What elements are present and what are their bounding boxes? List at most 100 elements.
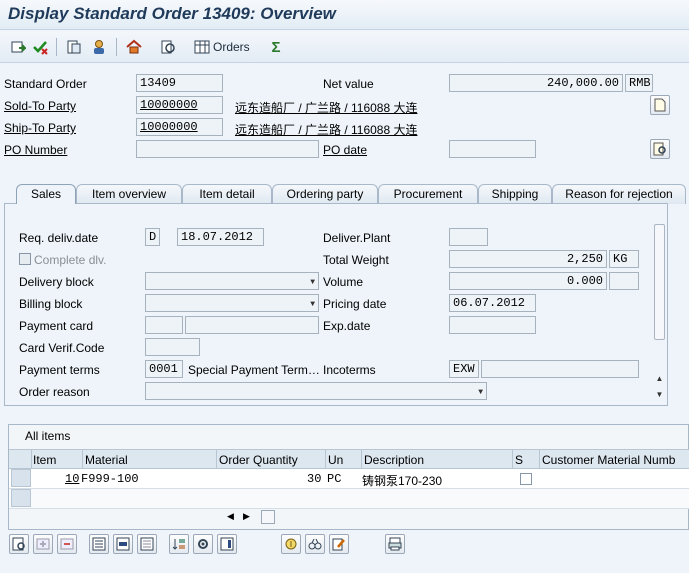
sold-to-label[interactable]: Sold-To Party <box>4 99 76 113</box>
delivery-block-dropdown[interactable] <box>145 272 319 290</box>
select-all-icon[interactable] <box>89 534 109 554</box>
tab-procurement[interactable]: Procurement <box>378 184 478 204</box>
scroll-down-icon[interactable]: ▼ <box>654 390 665 402</box>
table-horizontal-scrollbar[interactable]: ◀ ▶ <box>223 510 283 525</box>
delete-row-icon[interactable] <box>57 534 77 554</box>
incoterms-location-field[interactable] <box>481 360 639 378</box>
billing-block-dropdown[interactable] <box>145 294 319 312</box>
exp-date-field[interactable] <box>449 316 536 334</box>
cell-item[interactable]: 10 <box>65 472 79 486</box>
payment-card-label: Payment card <box>19 319 94 333</box>
row-selector[interactable] <box>11 489 31 507</box>
incoterms-field[interactable]: EXW <box>449 360 479 378</box>
table-row[interactable]: 10 F999-100 30 PC 铸钢泵170-230 <box>9 469 689 489</box>
total-weight-label: Total Weight <box>323 253 389 267</box>
hscroll-thumb[interactable] <box>261 510 275 524</box>
pricing-date-field[interactable]: 06.07.2012 <box>449 294 536 312</box>
col-status[interactable]: S <box>515 453 523 467</box>
total-weight-field[interactable]: 2,250 <box>449 250 607 268</box>
document-icon[interactable] <box>650 95 670 115</box>
items-table-title: All items <box>25 429 71 443</box>
document-header-icon[interactable] <box>64 37 84 57</box>
tab-sales[interactable]: Sales <box>16 184 76 204</box>
scroll-up-icon[interactable]: ▲ <box>654 374 665 386</box>
tab-item-detail[interactable]: Item detail <box>182 184 272 204</box>
title-bar: Display Standard Order 13409: Overview <box>0 0 689 30</box>
pricing-icon[interactable] <box>281 534 301 554</box>
complete-dlv-checkbox[interactable] <box>19 253 31 265</box>
edit-icon[interactable] <box>329 534 349 554</box>
weight-unit-field[interactable]: KG <box>609 250 639 268</box>
po-date-label[interactable]: PO date <box>323 143 367 157</box>
sold-to-field[interactable]: 10000000 <box>136 96 223 114</box>
po-number-field[interactable] <box>136 140 319 158</box>
print-icon[interactable] <box>385 534 405 554</box>
complete-dlv-label: Complete dlv. <box>34 253 107 267</box>
po-date-field[interactable] <box>449 140 536 158</box>
col-material[interactable]: Material <box>85 453 128 467</box>
standard-order-field[interactable]: 13409 <box>136 74 223 92</box>
col-item[interactable]: Item <box>33 453 56 467</box>
card-verif-code-field[interactable] <box>145 338 200 356</box>
order-reason-dropdown[interactable] <box>145 382 487 400</box>
order-info-icon[interactable] <box>650 139 670 159</box>
col-order-quantity[interactable]: Order Quantity <box>219 453 298 467</box>
payment-card-type-field[interactable] <box>145 316 183 334</box>
special-payment-term-label: Special Payment Term… <box>188 363 320 377</box>
tab-strip: Sales Item overview Item detail Ordering… <box>0 184 689 204</box>
standard-order-label: Standard Order <box>4 77 87 91</box>
volume-unit-field[interactable] <box>609 272 639 290</box>
incoterms-label: Incoterms <box>323 363 376 377</box>
scrollbar-thumb[interactable] <box>654 224 665 340</box>
payment-card-number-field[interactable] <box>185 316 319 334</box>
scroll-left-icon[interactable]: ◀ <box>227 511 234 522</box>
display-document-icon[interactable] <box>158 37 178 57</box>
display-change-icon[interactable] <box>8 37 28 57</box>
items-table-header: Item Material Order Quantity Un Descript… <box>9 449 689 470</box>
item-details-icon[interactable] <box>9 534 29 554</box>
tab-reason-for-rejection[interactable]: Reason for rejection <box>552 184 686 204</box>
payment-terms-field[interactable]: 0001 <box>145 360 183 378</box>
sum-icon[interactable]: Σ <box>266 37 286 57</box>
req-deliv-date-field[interactable]: 18.07.2012 <box>177 228 264 246</box>
deliver-plant-field[interactable] <box>449 228 488 246</box>
cell-status-checkbox[interactable] <box>520 473 532 485</box>
availability-icon[interactable] <box>305 534 325 554</box>
col-unit[interactable]: Un <box>328 453 343 467</box>
currency-field[interactable]: RMB <box>625 74 653 92</box>
home-icon[interactable] <box>124 37 144 57</box>
orders-button[interactable]: Orders <box>194 37 250 57</box>
check-icon[interactable] <box>30 37 50 57</box>
cell-material[interactable]: F999-100 <box>81 472 139 486</box>
panel-vertical-scrollbar[interactable]: ▲ ▼ <box>652 224 666 404</box>
volume-label: Volume <box>323 275 364 289</box>
tab-shipping[interactable]: Shipping <box>478 184 552 204</box>
sort-icon[interactable] <box>169 534 189 554</box>
configure-icon[interactable] <box>193 534 213 554</box>
req-deliv-type-field[interactable]: D <box>145 228 160 246</box>
ship-to-label[interactable]: Ship-To Party <box>4 121 76 135</box>
scroll-right-icon[interactable]: ▶ <box>243 511 250 522</box>
row-selector[interactable] <box>11 469 31 487</box>
cell-unit[interactable]: PC <box>327 472 341 486</box>
select-block-icon[interactable] <box>113 534 133 554</box>
net-value-label: Net value <box>323 77 374 91</box>
cell-description[interactable]: 铸钢泵170-230 <box>362 472 442 489</box>
po-number-label[interactable]: PO Number <box>4 143 67 157</box>
col-customer-material[interactable]: Customer Material Numb <box>542 453 675 467</box>
insert-row-icon[interactable] <box>33 534 53 554</box>
tab-ordering-party[interactable]: Ordering party <box>272 184 378 204</box>
columns-icon[interactable] <box>217 534 237 554</box>
net-value-field[interactable]: 240,000.00 <box>449 74 623 92</box>
col-description[interactable]: Description <box>364 453 424 467</box>
billing-block-label: Billing block <box>19 297 83 311</box>
ship-to-field[interactable]: 10000000 <box>136 118 223 136</box>
deselect-all-icon[interactable] <box>137 534 157 554</box>
table-row[interactable] <box>9 489 689 509</box>
order-reason-label: Order reason <box>19 385 90 399</box>
tab-item-overview[interactable]: Item overview <box>76 184 182 204</box>
item-action-toolbar <box>0 532 689 560</box>
cell-quantity[interactable]: 30 <box>307 472 321 486</box>
partner-icon[interactable] <box>89 37 109 57</box>
volume-field[interactable]: 0.000 <box>449 272 607 290</box>
